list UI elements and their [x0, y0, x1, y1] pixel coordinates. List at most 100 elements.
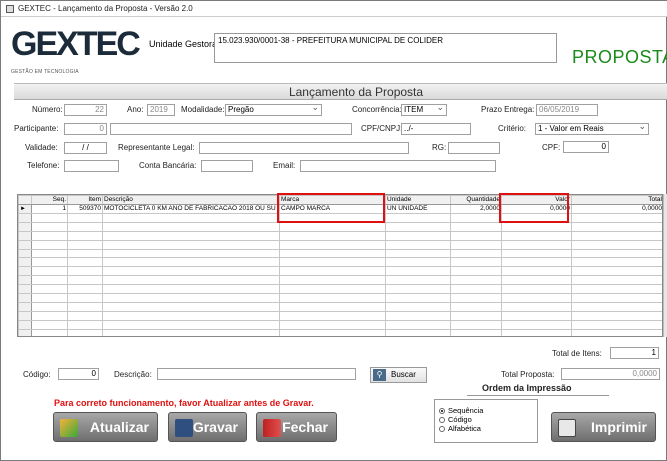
- empty-cell[interactable]: [67, 257, 103, 268]
- empty-cell[interactable]: [31, 275, 68, 286]
- empty-cell[interactable]: [501, 239, 572, 250]
- empty-cell[interactable]: [501, 248, 572, 259]
- empty-cell[interactable]: [450, 239, 502, 250]
- empty-cell[interactable]: [450, 230, 502, 241]
- empty-cell[interactable]: [385, 257, 451, 268]
- empty-cell[interactable]: [450, 293, 502, 303]
- empty-cell[interactable]: [31, 257, 68, 268]
- empty-cell[interactable]: [571, 248, 662, 259]
- table-row-empty[interactable]: [18, 310, 662, 321]
- empty-cell[interactable]: [450, 275, 502, 286]
- empty-cell[interactable]: [450, 248, 502, 259]
- table-row-empty[interactable]: [18, 266, 662, 277]
- empty-cell[interactable]: [571, 310, 662, 321]
- empty-cell[interactable]: [31, 248, 68, 259]
- empty-cell[interactable]: [67, 319, 103, 330]
- empty-cell[interactable]: [102, 213, 280, 223]
- table-row-empty[interactable]: [18, 293, 662, 303]
- cell-unidade[interactable]: UN UNIDADE: [385, 204, 451, 214]
- empty-cell[interactable]: [102, 301, 280, 312]
- empty-cell[interactable]: [67, 328, 103, 336]
- empty-cell[interactable]: [571, 213, 662, 223]
- numero-field[interactable]: 22: [64, 104, 107, 116]
- empty-cell[interactable]: [385, 248, 451, 259]
- empty-cell[interactable]: [279, 293, 386, 303]
- empty-cell[interactable]: [571, 328, 662, 336]
- empty-cell[interactable]: [67, 213, 103, 223]
- empty-cell[interactable]: [450, 221, 502, 232]
- representante-field[interactable]: [199, 142, 409, 154]
- col-header-item[interactable]: Item: [67, 195, 103, 205]
- modalidade-select[interactable]: Pregão: [225, 104, 322, 116]
- empty-cell[interactable]: [385, 221, 451, 232]
- cpfcnpj-field[interactable]: ../-: [401, 123, 471, 135]
- empty-cell[interactable]: [450, 257, 502, 268]
- radio-alfabetica[interactable]: Alfabética: [439, 424, 481, 433]
- unidade-gestora-field[interactable]: 15.023.930/0001-38 - PREFEITURA MUNICIPA…: [214, 33, 557, 63]
- empty-cell[interactable]: [571, 284, 662, 295]
- empty-cell[interactable]: [67, 293, 103, 303]
- empty-cell[interactable]: [279, 266, 386, 277]
- empty-cell[interactable]: [571, 239, 662, 250]
- empty-cell[interactable]: [501, 310, 572, 321]
- participante-name-field[interactable]: [110, 123, 352, 135]
- empty-cell[interactable]: [450, 284, 502, 295]
- empty-cell[interactable]: [279, 275, 386, 286]
- empty-cell[interactable]: [279, 230, 386, 241]
- table-row-empty[interactable]: [18, 221, 662, 232]
- empty-cell[interactable]: [67, 266, 103, 277]
- empty-cell[interactable]: [67, 221, 103, 232]
- empty-cell[interactable]: [31, 293, 68, 303]
- empty-cell[interactable]: [450, 319, 502, 330]
- rg-field[interactable]: [448, 142, 500, 154]
- empty-cell[interactable]: [571, 266, 662, 277]
- cell-quantidade[interactable]: 2,0000: [450, 204, 502, 214]
- empty-cell[interactable]: [571, 230, 662, 241]
- empty-cell[interactable]: [102, 257, 280, 268]
- empty-cell[interactable]: [31, 328, 68, 336]
- empty-cell[interactable]: [450, 301, 502, 312]
- empty-cell[interactable]: [385, 213, 451, 223]
- empty-cell[interactable]: [501, 275, 572, 286]
- empty-cell[interactable]: [571, 301, 662, 312]
- empty-cell[interactable]: [279, 310, 386, 321]
- empty-cell[interactable]: [571, 275, 662, 286]
- empty-cell[interactable]: [279, 284, 386, 295]
- cell-item[interactable]: 509370: [67, 204, 103, 214]
- empty-cell[interactable]: [501, 319, 572, 330]
- empty-cell[interactable]: [279, 328, 386, 336]
- empty-cell[interactable]: [102, 266, 280, 277]
- col-header-quantidade[interactable]: Quantidade: [450, 195, 502, 205]
- criterio-select[interactable]: 1 - Valor em Reais: [535, 123, 649, 135]
- empty-cell[interactable]: [450, 213, 502, 223]
- empty-cell[interactable]: [67, 248, 103, 259]
- table-row-empty[interactable]: [18, 275, 662, 286]
- empty-cell[interactable]: [31, 266, 68, 277]
- empty-cell[interactable]: [67, 310, 103, 321]
- table-row-empty[interactable]: [18, 230, 662, 241]
- participante-code-field[interactable]: 0: [64, 123, 107, 135]
- empty-cell[interactable]: [31, 301, 68, 312]
- empty-cell[interactable]: [67, 230, 103, 241]
- empty-cell[interactable]: [67, 284, 103, 295]
- cpf-field[interactable]: 0: [563, 141, 609, 153]
- buscar-button[interactable]: ⚲ Buscar: [370, 367, 427, 383]
- empty-cell[interactable]: [31, 239, 68, 250]
- table-row-empty[interactable]: [18, 328, 662, 336]
- empty-cell[interactable]: [501, 257, 572, 268]
- empty-cell[interactable]: [67, 239, 103, 250]
- empty-cell[interactable]: [31, 284, 68, 295]
- empty-cell[interactable]: [571, 319, 662, 330]
- empty-cell[interactable]: [385, 284, 451, 295]
- telefone-field[interactable]: [64, 160, 119, 172]
- fechar-button[interactable]: Fechar: [256, 412, 337, 442]
- atualizar-button[interactable]: Atualizar: [53, 412, 158, 442]
- gravar-button[interactable]: Gravar: [168, 412, 247, 442]
- empty-cell[interactable]: [279, 248, 386, 259]
- empty-cell[interactable]: [279, 301, 386, 312]
- empty-cell[interactable]: [102, 319, 280, 330]
- empty-cell[interactable]: [501, 266, 572, 277]
- radio-codigo[interactable]: Código: [439, 415, 472, 424]
- validade-field[interactable]: / /: [64, 142, 107, 154]
- empty-cell[interactable]: [279, 221, 386, 232]
